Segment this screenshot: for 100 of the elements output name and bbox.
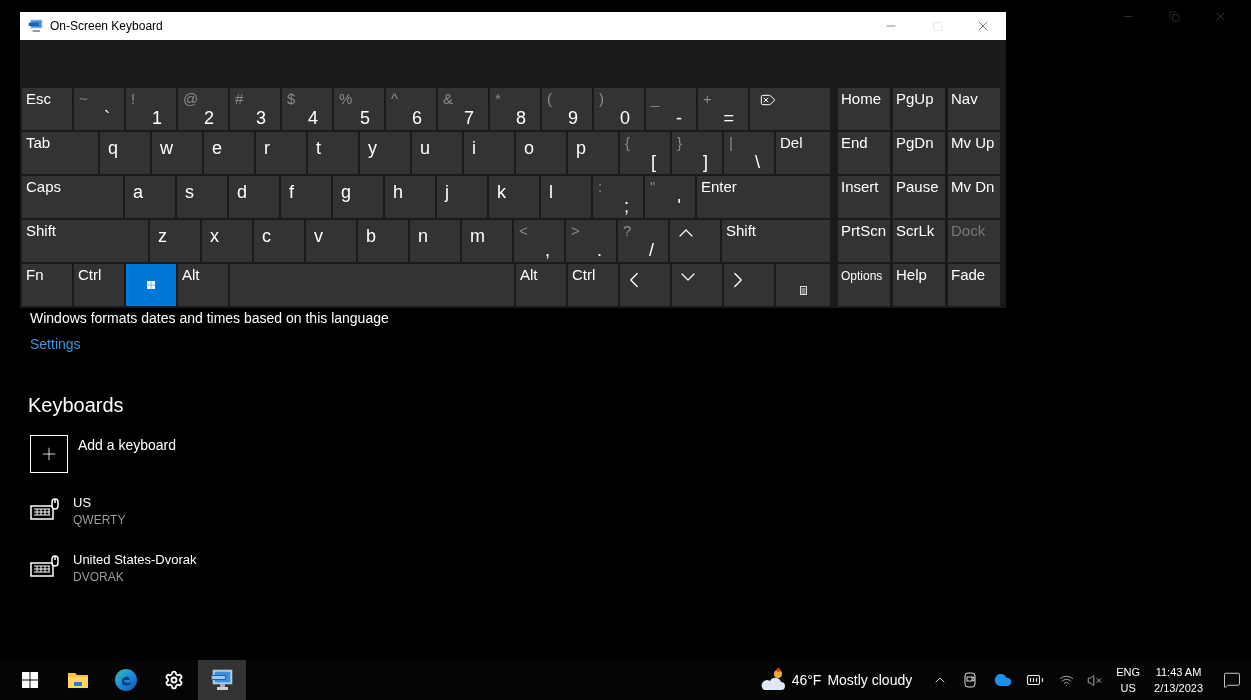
key[interactable] <box>126 264 176 306</box>
key[interactable]: u <box>412 132 462 174</box>
key[interactable]: f <box>281 176 331 218</box>
key[interactable]: Del <box>776 132 830 174</box>
key[interactable]: r <box>256 132 306 174</box>
key[interactable]: Insert <box>838 176 890 218</box>
key-symbol: 0 <box>620 108 630 128</box>
key[interactable]: < , <box>514 220 564 262</box>
key[interactable] <box>750 88 830 130</box>
key[interactable]: { [ <box>620 132 670 174</box>
key[interactable]: Fn <box>22 264 72 306</box>
key[interactable]: a <box>125 176 175 218</box>
key[interactable]: z <box>150 220 200 262</box>
key-symbol: [ <box>651 152 656 172</box>
key[interactable]: PgDn <box>893 132 945 174</box>
key[interactable]: v <box>306 220 356 262</box>
key[interactable]: $ 4 <box>282 88 332 130</box>
add-keyboard-button[interactable] <box>30 435 68 473</box>
key[interactable]: d <box>229 176 279 218</box>
description-text: Windows formats dates and times based on this language <box>30 309 390 327</box>
add-keyboard-label[interactable]: Add a keyboard <box>78 435 177 454</box>
menu-key-icon <box>799 285 807 295</box>
key[interactable]: i <box>464 132 514 174</box>
shift-symbol: } <box>677 134 682 151</box>
key[interactable]: ! 1 <box>126 88 176 130</box>
key[interactable]: Shift <box>722 220 830 262</box>
key[interactable]: Caps <box>22 176 123 218</box>
key-symbol: ] <box>703 152 708 172</box>
key[interactable]: ? / <box>618 220 668 262</box>
key[interactable]: Tab <box>22 132 98 174</box>
key[interactable]: m <box>462 220 512 262</box>
key[interactable]: _ - <box>646 88 696 130</box>
key[interactable]: Enter <box>697 176 830 218</box>
key[interactable]: PrtScn <box>838 220 890 262</box>
key[interactable]: Ctrl <box>74 264 124 306</box>
key[interactable]: s <box>177 176 227 218</box>
key[interactable]: j <box>437 176 487 218</box>
key[interactable]: + = <box>698 88 748 130</box>
date-text: 2/13/2023 <box>1154 681 1203 696</box>
key[interactable]: @ 2 <box>178 88 228 130</box>
key[interactable]: PgUp <box>893 88 945 130</box>
key[interactable]: w <box>152 132 202 174</box>
language-indicator[interactable]: ENG US <box>1116 664 1141 696</box>
key[interactable]: p <box>568 132 618 174</box>
key[interactable]: y <box>360 132 410 174</box>
key[interactable]: o <box>516 132 566 174</box>
backspace-icon <box>760 92 776 108</box>
settings-link[interactable]: Settings <box>30 335 81 353</box>
key[interactable]: Shift <box>22 220 148 262</box>
key-symbol: ` <box>104 108 110 128</box>
key[interactable]: ^ 6 <box>386 88 436 130</box>
key[interactable]: & 7 <box>438 88 488 130</box>
key[interactable]: Alt <box>516 264 566 306</box>
key[interactable]: n <box>410 220 460 262</box>
key[interactable]: } ] <box>672 132 722 174</box>
key[interactable]: " ' <box>645 176 695 218</box>
key[interactable]: ) 0 <box>594 88 644 130</box>
cloud-icon[interactable] <box>994 671 1013 689</box>
key[interactable]: t <box>308 132 358 174</box>
key[interactable]: Ctrl <box>568 264 618 306</box>
key[interactable]: Help <box>893 264 945 306</box>
key[interactable]: Options <box>838 264 890 306</box>
key[interactable]: Esc <box>22 88 72 130</box>
key-symbol: 2 <box>204 108 214 128</box>
weather-icon <box>759 668 786 692</box>
language-text: ENG <box>1116 665 1141 680</box>
key[interactable]: ( 9 <box>542 88 592 130</box>
muted-speaker-icon[interactable] <box>1087 672 1103 688</box>
key[interactable]: Mv Up <box>948 132 1000 174</box>
key[interactable]: Alt <box>178 264 228 306</box>
key[interactable]: e <box>204 132 254 174</box>
key[interactable]: Home <box>838 88 890 130</box>
key[interactable]: k <box>489 176 539 218</box>
key[interactable]: Pause <box>893 176 945 218</box>
key[interactable]: | \ <box>724 132 774 174</box>
key[interactable]: : ; <box>593 176 643 218</box>
key[interactable]: ~ ` <box>74 88 124 130</box>
key[interactable]: x <box>202 220 252 262</box>
key[interactable]: Nav <box>948 88 1000 130</box>
key[interactable]: c <box>254 220 304 262</box>
key[interactable]: * 8 <box>490 88 540 130</box>
key[interactable]: ScrLk <box>893 220 945 262</box>
key[interactable]: l <box>541 176 591 218</box>
key[interactable]: Mv Dn <box>948 176 1000 218</box>
key[interactable]: q <box>100 132 150 174</box>
key[interactable]: # 3 <box>230 88 280 130</box>
key[interactable]: g <box>333 176 383 218</box>
key-symbol: 3 <box>256 108 266 128</box>
camera-icon[interactable] <box>964 672 977 688</box>
key[interactable]: End <box>838 132 890 174</box>
key[interactable] <box>776 264 830 306</box>
key[interactable]: h <box>385 176 435 218</box>
clock[interactable]: 11:43 AM 2/13/2023 <box>1154 664 1203 696</box>
key[interactable]: b <box>358 220 408 262</box>
notification-icon[interactable] <box>1223 671 1241 689</box>
key[interactable]: > . <box>566 220 616 262</box>
taskbar-button[interactable] <box>198 660 246 700</box>
key[interactable]: Fade <box>948 264 1000 306</box>
key[interactable]: % 5 <box>334 88 384 130</box>
maximize-icon <box>931 20 943 32</box>
